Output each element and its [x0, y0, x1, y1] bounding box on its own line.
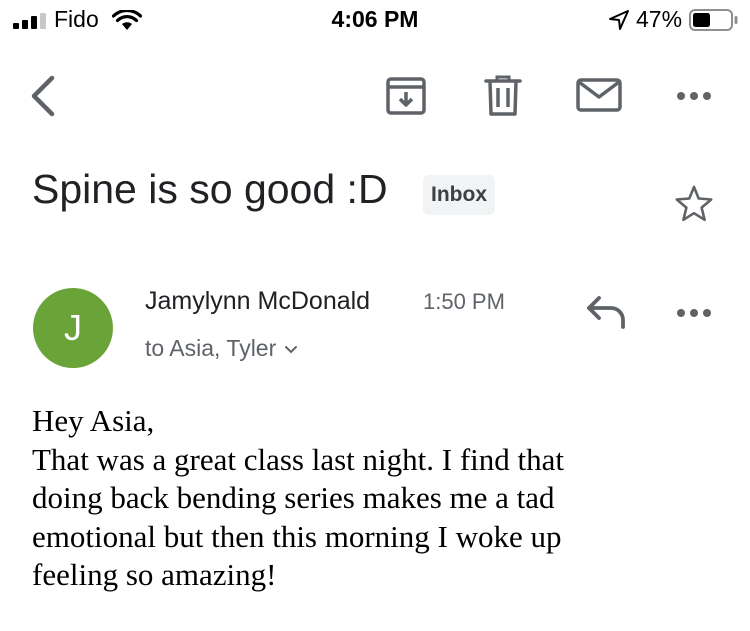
body-line: Hey Asia,: [32, 403, 155, 438]
message-body: Hey Asia, That was a great class last ni…: [32, 402, 732, 595]
trash-icon[interactable]: [484, 74, 522, 116]
recipients-text: to Asia, Tyler: [145, 335, 277, 361]
body-line: emotional but then this morning I woke u…: [32, 518, 562, 554]
chevron-down-icon: [285, 345, 298, 354]
mail-icon[interactable]: [576, 78, 622, 112]
star-icon[interactable]: [674, 185, 714, 223]
message-more-icon[interactable]: [674, 305, 714, 321]
back-icon[interactable]: [28, 74, 60, 118]
archive-icon[interactable]: [385, 76, 427, 116]
sender-name: Jamylynn McDonald: [145, 287, 371, 315]
email-subject: Spine is so good :D: [32, 166, 388, 212]
inbox-label-chip[interactable]: Inbox: [423, 175, 495, 215]
body-line: doing back bending series makes me a tad: [32, 480, 555, 515]
body-line: feeling so amazing!: [32, 557, 277, 592]
battery-percentage: 47%: [636, 6, 683, 32]
battery-icon: [689, 9, 738, 31]
sent-time: 1:50 PM: [423, 289, 505, 314]
location-arrow-icon: [609, 10, 629, 30]
status-bar: Fido 4:06 PM 47%: [0, 0, 750, 40]
recipients-toggle[interactable]: to Asia, Tyler: [145, 335, 298, 362]
reply-icon[interactable]: [585, 294, 627, 330]
more-options-icon[interactable]: [674, 88, 714, 104]
body-line: That was a great class last night. I fin…: [32, 441, 565, 477]
sender-avatar[interactable]: J: [33, 288, 113, 368]
